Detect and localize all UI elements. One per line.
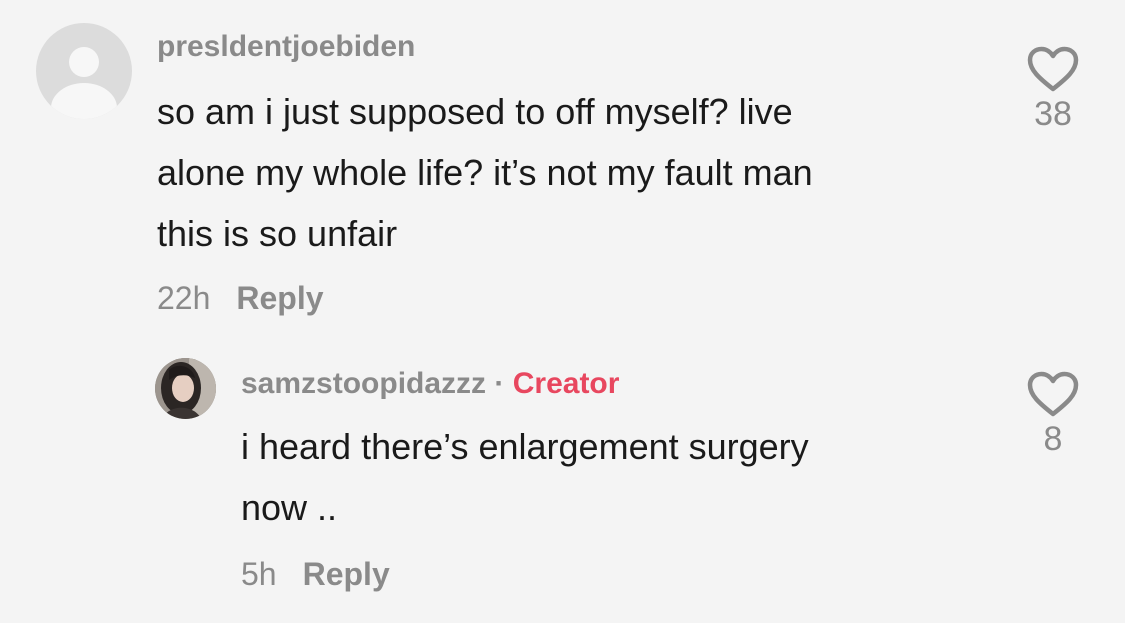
user-photo-avatar[interactable] <box>155 358 216 419</box>
comment-text-line: alone my whole life? it’s not my fault m… <box>157 152 813 193</box>
comment-meta: 22h Reply <box>157 280 324 317</box>
heart-outline-icon <box>1027 371 1079 417</box>
comment-meta: 5h Reply <box>241 556 390 593</box>
comment-timestamp: 22h <box>157 280 211 316</box>
reply-button[interactable]: Reply <box>303 556 390 592</box>
reply-button[interactable]: Reply <box>236 280 323 316</box>
default-user-avatar[interactable] <box>36 23 132 119</box>
heart-outline-icon <box>1027 46 1079 92</box>
separator-dot: · <box>494 367 505 400</box>
creator-badge: Creator <box>512 367 620 400</box>
like-count: 8 <box>1043 420 1063 458</box>
comment-username[interactable]: presldentjoebiden <box>157 30 415 64</box>
comment-text-line: now .. <box>241 487 338 528</box>
comment-text: i heard there’s enlargement surgery now … <box>241 416 809 538</box>
comment-text-line: this is so unfair <box>157 213 398 254</box>
like-button[interactable]: 8 <box>1013 370 1093 459</box>
comment-text: so am i just supposed to off myself? liv… <box>157 81 813 264</box>
comment-text-line: so am i just supposed to off myself? liv… <box>157 91 793 132</box>
avatar-shoulders-shape <box>51 83 117 119</box>
like-button[interactable]: 38 <box>1013 45 1093 134</box>
comment-username: samzstoopidazzz · Creator <box>241 367 619 401</box>
comment-text-line: i heard there’s enlargement surgery <box>241 426 809 467</box>
reply-username[interactable]: samzstoopidazzz <box>241 367 486 400</box>
avatar-photo-image <box>155 358 216 419</box>
avatar-head-shape <box>69 47 99 77</box>
like-count: 38 <box>1034 95 1072 133</box>
comment-timestamp: 5h <box>241 556 277 592</box>
